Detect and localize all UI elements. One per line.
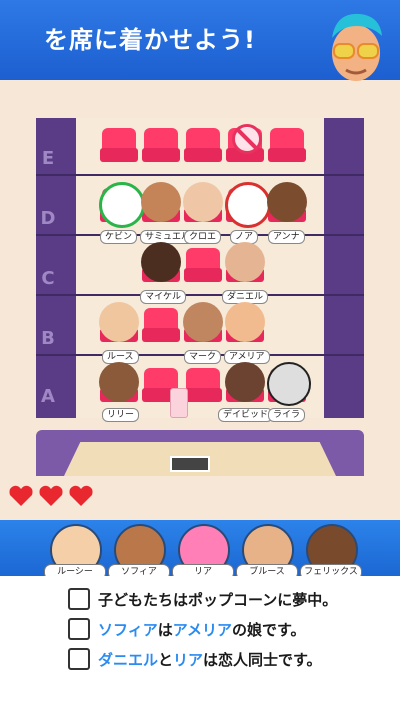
row-divider: [36, 174, 364, 176]
seat-e5[interactable]: [268, 128, 306, 166]
name-tag-michael: マイケル: [140, 290, 187, 304]
name-tag-lyla: ライラ: [268, 408, 306, 422]
david-avatar[interactable]: [225, 362, 265, 402]
page-title: を席に着かせよう!: [44, 26, 256, 54]
heart-icon: [39, 485, 63, 506]
heart-icon: [69, 485, 93, 506]
daniel-avatar[interactable]: [225, 242, 265, 282]
row-label-a: A: [41, 386, 55, 407]
no-entry-icon: [232, 124, 262, 154]
clue-item[interactable]: ソフィアはアメリアの娘です。: [68, 618, 306, 640]
lyla-avatar[interactable]: [267, 362, 311, 406]
seat-a3[interactable]: [184, 368, 222, 406]
name-tag-lily: リリー: [102, 408, 140, 422]
row-label-b: B: [41, 328, 55, 349]
lives-hearts: [8, 484, 108, 512]
clue-highlight-name: アメリア: [172, 620, 232, 639]
clue-part: と: [158, 650, 174, 669]
host-avatar-icon[interactable]: [316, 8, 394, 88]
lily-avatar[interactable]: [99, 362, 139, 402]
clue-list: 子どもたちはポップコーンに夢中。 ソフィアはアメリアの娘です。 ダニエルとリアは…: [0, 576, 400, 711]
popcorn-icon: [170, 388, 188, 418]
seat-e3[interactable]: [184, 128, 222, 166]
seat-e2[interactable]: [142, 128, 180, 166]
clue-highlight-name: ダニエル: [98, 650, 159, 669]
cat-ears-avatar[interactable]: [267, 182, 307, 222]
character-tray: ルーシー ソフィア リア ブルース フェリックス: [0, 520, 400, 580]
row-label-e: E: [41, 148, 55, 169]
seat-e4-blocked: [226, 124, 264, 166]
name-tag-mark: マーク: [184, 350, 222, 364]
seat-e1[interactable]: [100, 128, 138, 166]
amelia-avatar[interactable]: [225, 302, 265, 342]
nurse-avatar[interactable]: [183, 182, 223, 222]
heart-icon: [9, 485, 33, 506]
name-tag-david: デイビッド: [218, 408, 274, 422]
clue-item[interactable]: ダニエルとリアは恋人同士です。: [68, 648, 322, 670]
clue-text: ソフィアはアメリアの娘です。: [98, 619, 306, 640]
clue-part: は恋人同士です。: [203, 650, 322, 669]
row-label-c: C: [41, 268, 55, 289]
clue-highlight-name: ソフィア: [98, 620, 158, 639]
michael-avatar[interactable]: [141, 242, 181, 282]
checkbox[interactable]: [68, 618, 90, 640]
pirate-avatar[interactable]: [141, 182, 181, 222]
clue-text: 子どもたちはポップコーンに夢中。: [98, 590, 338, 609]
name-tag-kevin: ケビン: [100, 230, 138, 244]
seat-b2[interactable]: [142, 308, 180, 346]
row-label-d: D: [40, 208, 56, 229]
clue-highlight-name: リア: [173, 650, 204, 669]
checkbox[interactable]: [68, 588, 90, 610]
clue-part: の娘です。: [231, 620, 306, 639]
row-divider: [36, 294, 364, 296]
mark-avatar[interactable]: [183, 302, 223, 342]
aisle-right: [324, 118, 364, 418]
theater-seating-area: E D C B A ケビン サミュエル クロエ ノア アンナ マイケル ダニエル…: [36, 118, 364, 422]
name-tag-anna: アンナ: [268, 230, 305, 244]
clue-text: ダニエルとリアは恋人同士です。: [98, 649, 322, 670]
clue-item[interactable]: 子どもたちはポップコーンに夢中。: [68, 588, 337, 610]
header-bar: を席に着かせよう!: [0, 0, 400, 81]
seat-c3[interactable]: [184, 248, 222, 286]
clown-hat-avatar[interactable]: [225, 182, 271, 228]
ruth-avatar[interactable]: [99, 302, 139, 342]
aisle-left: E D C B A: [36, 118, 76, 418]
stage-speaker-icon: [170, 456, 210, 472]
name-tag-chloe: クロエ: [184, 230, 222, 244]
clown-avatar[interactable]: [99, 182, 145, 228]
clue-part: は: [157, 620, 173, 639]
checkbox[interactable]: [68, 648, 90, 670]
